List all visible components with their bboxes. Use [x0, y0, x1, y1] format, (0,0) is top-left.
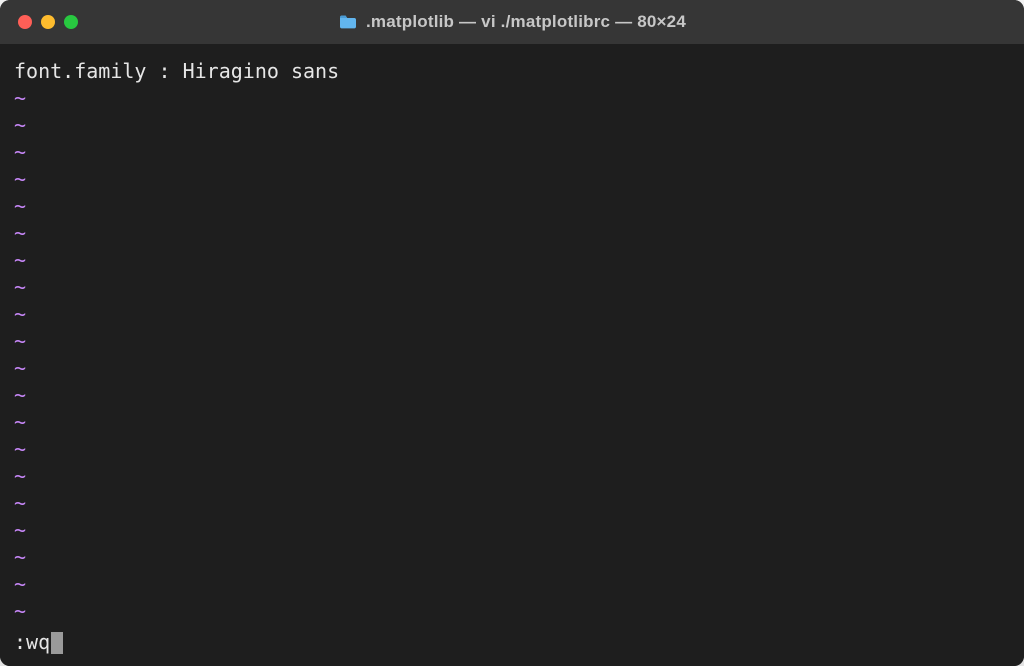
empty-line-tilde: ~	[14, 571, 1010, 598]
titlebar: .matplotlib — vi ./matplotlibrc — 80×24	[0, 0, 1024, 44]
empty-line-tilde: ~	[14, 463, 1010, 490]
close-button[interactable]	[18, 15, 32, 29]
empty-line-tilde: ~	[14, 382, 1010, 409]
empty-line-tilde: ~	[14, 247, 1010, 274]
empty-line-tilde: ~	[14, 490, 1010, 517]
empty-line-tilde: ~	[14, 112, 1010, 139]
empty-line-tilde: ~	[14, 193, 1010, 220]
empty-line-tilde: ~	[14, 301, 1010, 328]
traffic-lights	[18, 15, 78, 29]
empty-line-tilde: ~	[14, 436, 1010, 463]
window-title: .matplotlib — vi ./matplotlibrc — 80×24	[366, 12, 686, 32]
empty-line-tilde: ~	[14, 85, 1010, 112]
terminal-body[interactable]: font.family : Hiragino sans ~~~~~~~~~~~~…	[0, 44, 1024, 666]
empty-line-tilde: ~	[14, 598, 1010, 625]
empty-line-tilde: ~	[14, 166, 1010, 193]
empty-line-tilde: ~	[14, 355, 1010, 382]
empty-line-tilde: ~	[14, 274, 1010, 301]
terminal-window: .matplotlib — vi ./matplotlibrc — 80×24 …	[0, 0, 1024, 666]
empty-line-tilde: ~	[14, 139, 1010, 166]
editor-content-line: font.family : Hiragino sans	[14, 58, 1010, 85]
folder-icon	[338, 14, 358, 30]
cursor	[51, 632, 63, 654]
empty-line-tilde: ~	[14, 544, 1010, 571]
empty-line-tilde: ~	[14, 517, 1010, 544]
empty-line-tilde: ~	[14, 409, 1010, 436]
command-line[interactable]: :wq	[14, 629, 1010, 656]
minimize-button[interactable]	[41, 15, 55, 29]
title-center: .matplotlib — vi ./matplotlibrc — 80×24	[0, 12, 1024, 32]
empty-line-tilde: ~	[14, 220, 1010, 247]
empty-line-tilde: ~	[14, 328, 1010, 355]
maximize-button[interactable]	[64, 15, 78, 29]
command-text: :wq	[14, 629, 50, 656]
